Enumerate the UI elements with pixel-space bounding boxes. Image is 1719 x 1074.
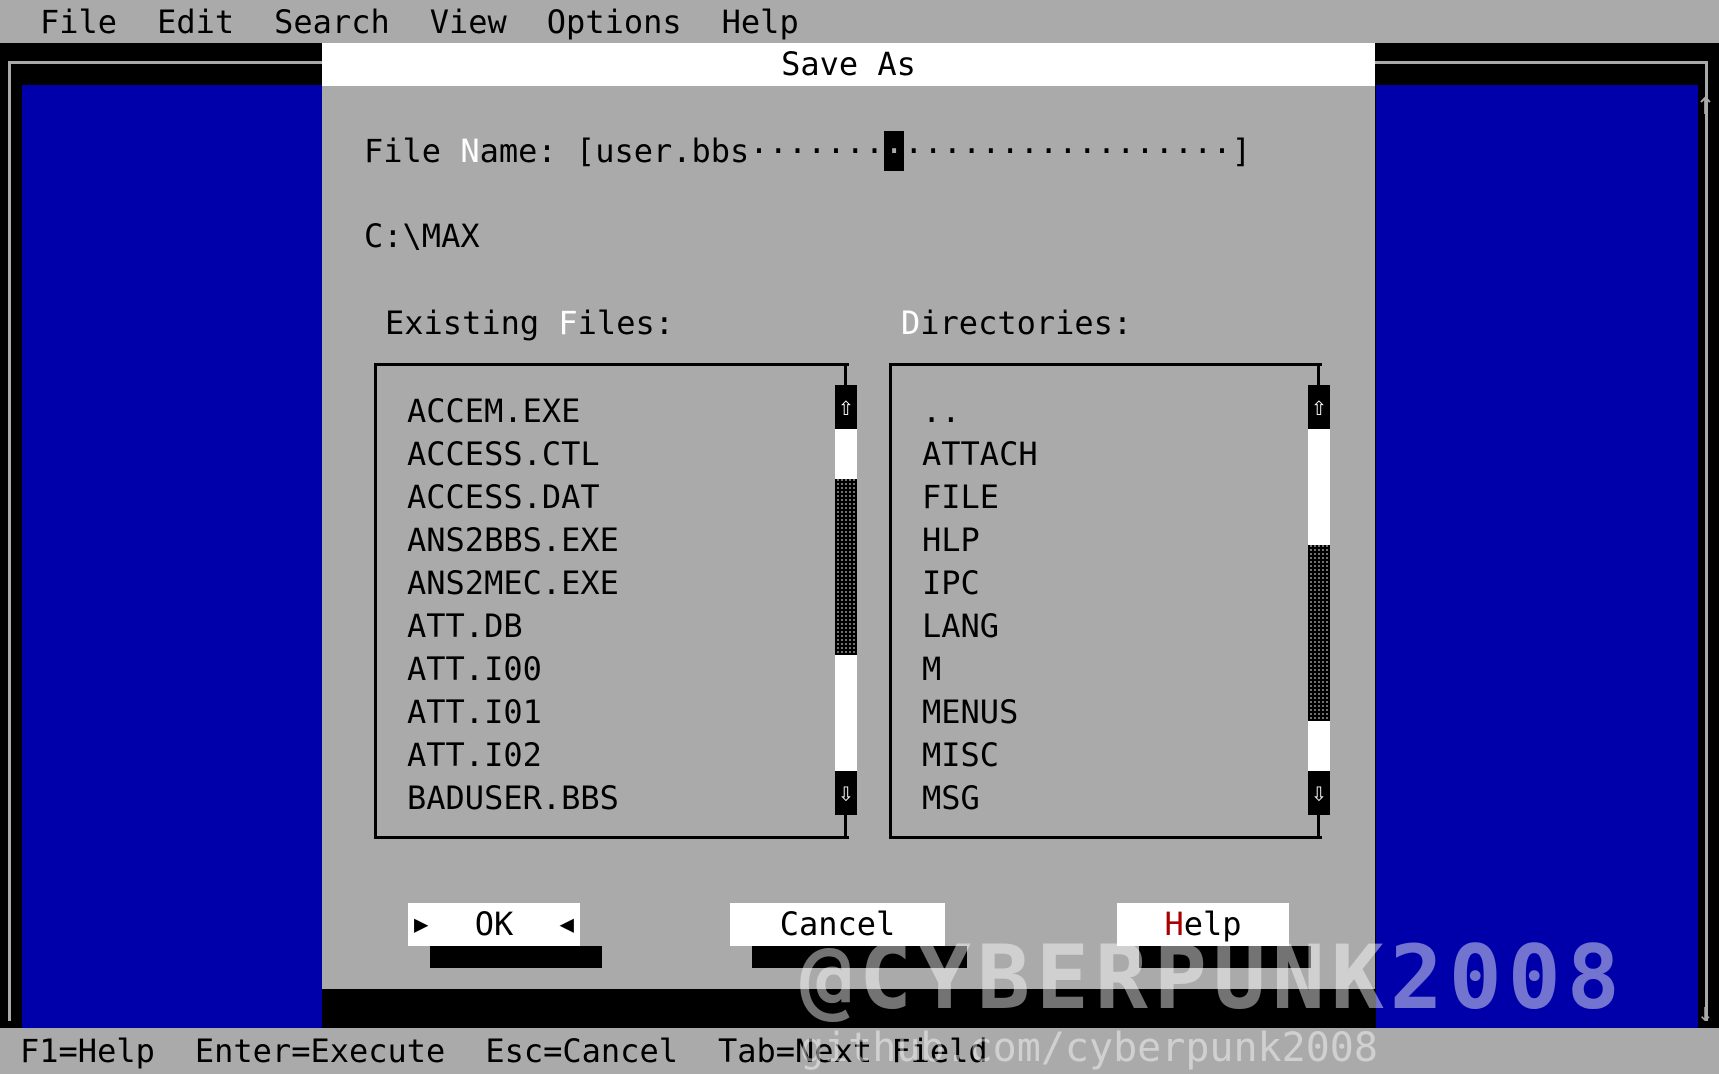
watermark: @CYBERPUNK2008 xyxy=(800,926,1626,1029)
file-list-item[interactable]: ANS2BBS.EXE xyxy=(407,519,619,562)
filename-hotkey: N xyxy=(460,132,480,170)
file-list-item[interactable]: ATT.DB xyxy=(407,605,619,648)
menu-options[interactable]: Options xyxy=(547,2,682,42)
directory-list-item[interactable]: MISC xyxy=(922,734,1038,777)
status-esc: Esc=Cancel xyxy=(485,1032,678,1070)
triangle-right-icon: ▶ xyxy=(414,910,429,938)
menu-search[interactable]: Search xyxy=(274,2,390,42)
triangle-left-icon: ◀ xyxy=(559,910,574,938)
directory-list-item[interactable]: IPC xyxy=(922,562,1038,605)
arrow-up-icon[interactable]: ⇧ xyxy=(835,385,857,429)
directories-label: Directories: xyxy=(901,304,1133,342)
directory-list-item[interactable]: .. xyxy=(922,390,1038,433)
file-list-item[interactable]: ANS2MEC.EXE xyxy=(407,562,619,605)
filename-row: File Name: [user.bbs····················… xyxy=(364,131,1251,171)
menu-file[interactable]: File xyxy=(40,2,117,42)
ok-button[interactable]: ▶ OK ◀ xyxy=(408,903,580,946)
filename-input[interactable]: [user.bbs·························] xyxy=(576,131,1251,171)
menu-bar: File Edit Search View Options Help xyxy=(0,0,1719,43)
file-list-item[interactable]: ACCEM.EXE xyxy=(407,390,619,433)
current-path: C:\MAX xyxy=(364,217,480,255)
directory-list-item[interactable]: LANG xyxy=(922,605,1038,648)
watermark-url: github.com/cyberpunk2008 xyxy=(800,1025,1378,1071)
file-list-item[interactable]: ATT.I00 xyxy=(407,648,619,691)
menu-help[interactable]: Help xyxy=(722,2,799,42)
directories-listbox[interactable]: .. ATTACH FILE HLP IPC LANG M MENUS MISC MSG ⇧ ⇩ xyxy=(889,363,1330,839)
directory-list-item[interactable]: FILE xyxy=(922,476,1038,519)
arrow-up-icon[interactable]: ↑ xyxy=(1696,87,1715,119)
arrow-down-icon[interactable]: ⇩ xyxy=(1308,771,1330,815)
arrow-down-icon[interactable]: ⇩ xyxy=(835,771,857,815)
file-list-item[interactable]: ACCESS.DAT xyxy=(407,476,619,519)
directory-list-item[interactable]: MSG xyxy=(922,777,1038,820)
dialog-title: Save As xyxy=(322,43,1375,86)
dirs-scroll-thumb[interactable] xyxy=(1308,545,1330,722)
arrow-up-icon[interactable]: ⇧ xyxy=(1308,385,1330,429)
filename-label: File Name: xyxy=(364,132,576,170)
files-scrollbar[interactable]: ⇧ ⇩ xyxy=(835,363,857,839)
directory-list-item[interactable]: MENUS xyxy=(922,691,1038,734)
directory-list-item[interactable]: HLP xyxy=(922,519,1038,562)
files-label: Existing Files: xyxy=(385,304,674,342)
directory-list-item[interactable]: ATTACH xyxy=(922,433,1038,476)
directory-list-item[interactable]: M xyxy=(922,648,1038,691)
menu-view[interactable]: View xyxy=(430,2,507,42)
menu-edit[interactable]: Edit xyxy=(157,2,234,42)
files-scroll-thumb[interactable] xyxy=(835,478,857,655)
file-list-item[interactable]: ACCESS.CTL xyxy=(407,433,619,476)
files-listbox[interactable]: ACCEM.EXE ACCESS.CTL ACCESS.DAT ANS2BBS.EXE… xyxy=(374,363,857,839)
dirs-scrollbar[interactable]: ⇧ ⇩ xyxy=(1308,363,1330,839)
file-list-item[interactable]: ATT.I02 xyxy=(407,734,619,777)
text-cursor: · xyxy=(884,131,905,171)
arrow-down-icon[interactable]: ↓ xyxy=(1697,998,1713,1028)
status-f1-help: F1=Help xyxy=(20,1032,155,1070)
file-list-item[interactable]: ATT.I01 xyxy=(407,691,619,734)
ok-button-shadow xyxy=(430,946,602,968)
file-list-item[interactable]: BADUSER.BBS xyxy=(407,777,619,820)
status-enter: Enter=Execute xyxy=(194,1032,446,1070)
save-as-dialog: Save As File Name: [user.bbs············… xyxy=(322,43,1375,989)
